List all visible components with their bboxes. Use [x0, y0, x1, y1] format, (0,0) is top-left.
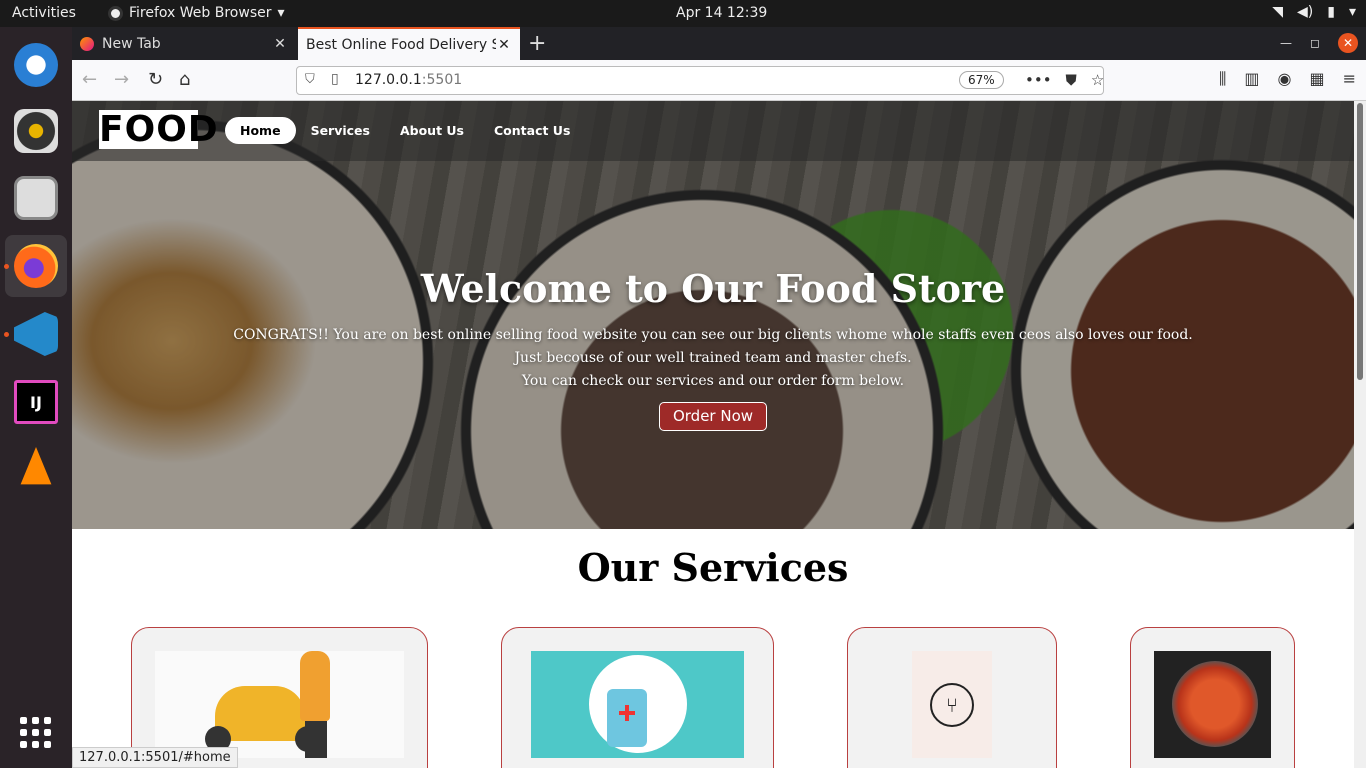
url-actions: ••• ⛊ ☆	[1025, 71, 1104, 89]
vscode-icon	[14, 312, 58, 356]
hand-sanitizer-image	[531, 651, 744, 758]
cutlery-icon: ⑂	[930, 683, 974, 727]
reload-button[interactable]: ↻	[148, 69, 163, 90]
url-text[interactable]: 127.0.0.1:5501	[355, 72, 462, 88]
dock-rhythmbox[interactable]	[5, 100, 67, 162]
window-close-button[interactable]: ✕	[1338, 33, 1358, 53]
web-page: FOOD Home Services About Us Contact Us W…	[72, 101, 1354, 768]
minimize-button[interactable]: —	[1280, 36, 1292, 50]
app-menu-label: Firefox Web Browser	[129, 5, 272, 21]
dock-vscode[interactable]	[5, 303, 67, 365]
chevron-down-icon: ▾	[277, 5, 285, 21]
back-button[interactable]: ←	[82, 69, 97, 90]
service-card-menu[interactable]: ⑂	[847, 627, 1057, 768]
service-card-dishes[interactable]	[1130, 627, 1295, 768]
url-port: :5501	[421, 72, 463, 88]
url-bar[interactable]: ⛉ ▯ 127.0.0.1:5501 67% ••• ⛊ ☆	[296, 66, 1104, 95]
site-logo[interactable]: FOOD	[99, 110, 218, 149]
site-header: FOOD Home Services About Us Contact Us	[72, 101, 1354, 161]
hero-title: Welcome to Our Food Store	[420, 266, 1006, 311]
hero-text-line: You can check our services and our order…	[521, 373, 905, 389]
hero-text: CONGRATS!! You are on best online sellin…	[222, 324, 1204, 393]
zoom-indicator[interactable]: 67%	[959, 71, 1004, 89]
navigation-toolbar: ← → ↻ ⌂ ⛉ ▯ 127.0.0.1:5501 67% ••• ⛊ ☆ ⫼…	[72, 60, 1366, 101]
close-icon[interactable]: ✕	[272, 36, 288, 52]
rhythmbox-icon	[14, 109, 58, 153]
sidebar-icon[interactable]: ▥	[1244, 69, 1259, 89]
account-icon[interactable]: ◉	[1278, 69, 1292, 89]
nav-services[interactable]: Services	[296, 117, 385, 144]
hamburger-menu-icon[interactable]: ≡	[1343, 69, 1356, 89]
nav-home[interactable]: Home	[225, 117, 296, 144]
system-top-bar: Activities Firefox Web Browser ▾ Apr 14 …	[0, 0, 1366, 27]
tab-new-tab[interactable]: New Tab ✕	[72, 27, 296, 60]
app-menu[interactable]: Firefox Web Browser ▾	[108, 5, 285, 21]
delivery-scooter-image	[155, 651, 404, 758]
volume-icon: ◀)	[1297, 4, 1314, 20]
food-dish-image	[1154, 651, 1271, 758]
tab-bar: New Tab ✕ Best Online Food Delivery S ✕ …	[72, 27, 1366, 60]
battery-icon: ▮	[1327, 4, 1335, 20]
dock-thunderbird[interactable]	[5, 34, 67, 96]
hero-section: FOOD Home Services About Us Contact Us W…	[72, 101, 1354, 529]
firefox-icon	[108, 5, 123, 21]
clock[interactable]: Apr 14 12:39	[676, 5, 767, 21]
intellij-icon-label: IJ	[30, 392, 42, 412]
files-icon	[14, 176, 58, 220]
intellij-icon: IJ	[14, 380, 58, 424]
home-button[interactable]: ⌂	[179, 69, 190, 90]
toolbar-right: ⫼ ▥ ◉ ▦ ≡	[1219, 69, 1356, 89]
site-nav: Home Services About Us Contact Us	[225, 117, 585, 144]
running-indicator	[4, 332, 9, 337]
nav-about-us[interactable]: About Us	[385, 117, 479, 144]
library-icon[interactable]: ⫼	[1219, 69, 1226, 89]
firefox-icon	[14, 244, 58, 288]
forward-button[interactable]: →	[114, 69, 129, 90]
cutlery-logo-image: ⑂	[912, 651, 992, 758]
window-controls: — ◻ ✕	[1280, 33, 1358, 53]
bookmark-star-icon[interactable]: ☆	[1091, 71, 1104, 89]
page-info-icon[interactable]: ▯	[331, 71, 339, 87]
wifi-icon: ◥	[1272, 4, 1284, 20]
thunderbird-icon	[14, 43, 58, 87]
hero-text-line: CONGRATS!! You are on best online sellin…	[233, 327, 1193, 366]
close-icon[interactable]: ✕	[496, 37, 512, 53]
dock-files[interactable]	[5, 167, 67, 229]
order-now-button[interactable]: Order Now	[659, 402, 767, 431]
status-url-tooltip: 127.0.0.1:5501/#home	[72, 747, 238, 768]
nav-contact-us[interactable]: Contact Us	[479, 117, 585, 144]
url-host: 127.0.0.1	[355, 72, 422, 88]
services-title: Our Services	[577, 545, 849, 590]
tab-title: Best Online Food Delivery S	[306, 36, 496, 53]
pocket-icon[interactable]: ⛊	[1066, 71, 1077, 89]
page-actions-icon[interactable]: •••	[1025, 71, 1052, 89]
system-tray[interactable]: ◥ ◀) ▮ ▾	[1272, 4, 1356, 20]
extension-icon[interactable]: ▦	[1309, 69, 1324, 89]
new-tab-button[interactable]: +	[528, 31, 546, 56]
dock-intellij[interactable]: IJ	[5, 371, 67, 433]
maximize-button[interactable]: ◻	[1310, 36, 1320, 50]
activities-button[interactable]: Activities	[12, 5, 76, 21]
vlc-icon	[20, 447, 52, 485]
dock-firefox[interactable]	[5, 235, 67, 297]
dock: IJ	[0, 27, 72, 768]
tab-food-site[interactable]: Best Online Food Delivery S ✕	[298, 27, 520, 60]
running-indicator	[4, 264, 9, 269]
dock-vlc[interactable]	[5, 438, 67, 500]
tab-title: New Tab	[102, 35, 161, 52]
service-card-hygiene[interactable]	[501, 627, 774, 768]
scrollbar-thumb[interactable]	[1357, 103, 1363, 380]
tracking-shield-icon[interactable]: ⛉	[305, 72, 315, 87]
firefox-icon	[80, 36, 94, 51]
page-scrollbar[interactable]	[1354, 101, 1366, 768]
show-applications-button[interactable]	[20, 717, 51, 748]
chevron-down-icon: ▾	[1348, 4, 1356, 20]
